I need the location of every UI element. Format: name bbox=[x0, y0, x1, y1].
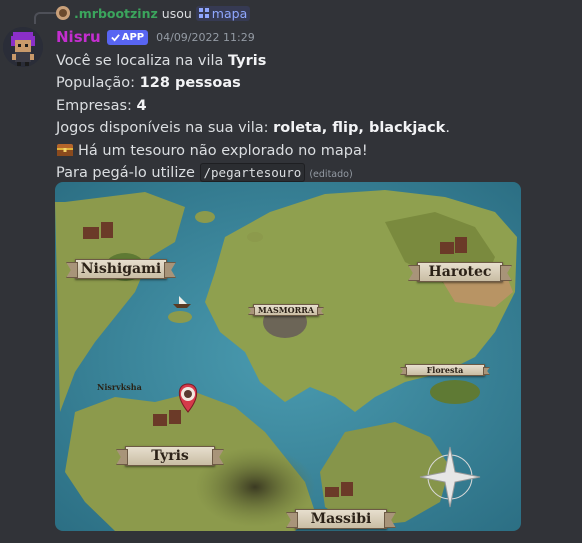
village-line: Você se localiza na vila Tyris bbox=[56, 50, 566, 72]
treasure-line: Há um tesouro não explorado no mapa! bbox=[56, 140, 566, 162]
pegartesouro-code[interactable]: /pegartesouro bbox=[199, 162, 306, 182]
village-name: Tyris bbox=[228, 53, 267, 69]
games-period: . bbox=[445, 120, 450, 137]
author-avatar[interactable] bbox=[3, 27, 43, 67]
companies-line: Empresas: 4 bbox=[56, 95, 566, 117]
app-badge: APP bbox=[106, 29, 149, 45]
treasure-chest-icon bbox=[57, 143, 73, 156]
map-image[interactable]: Nishigami Harotec MASMORRA Floresta Nisr… bbox=[55, 182, 521, 531]
message-timestamp[interactable]: 04/09/2022 11:29 bbox=[156, 31, 255, 44]
pixel-character-avatar bbox=[3, 27, 43, 67]
label-floresta: Floresta bbox=[405, 364, 485, 376]
message-content: Você se localiza na vila Tyris População… bbox=[56, 50, 566, 184]
companies-label: Empresas: bbox=[56, 97, 137, 114]
village-label: Você se localiza na vila bbox=[56, 53, 228, 69]
label-massibi: Massibi bbox=[295, 509, 387, 529]
message-header: Nisru APP 04/09/2022 11:29 bbox=[56, 28, 255, 46]
treasure-text: Há um tesouro não explorado no mapa! bbox=[78, 142, 368, 159]
population-line: População: 128 pessoas bbox=[56, 72, 566, 94]
world-map-art bbox=[55, 182, 521, 531]
reply-reference[interactable]: .mrbootzinz usou mapa bbox=[56, 5, 251, 21]
reply-connector bbox=[34, 12, 56, 24]
games-value: roleta, flip, blackjack bbox=[273, 120, 446, 137]
reply-username[interactable]: .mrbootzinz bbox=[74, 6, 158, 21]
app-badge-label: APP bbox=[121, 31, 145, 43]
label-nisrvksha: Nisrvksha bbox=[97, 382, 142, 392]
games-label: Jogos disponíveis na sua vila: bbox=[56, 120, 274, 137]
companies-value: 4 bbox=[136, 97, 147, 114]
author-username[interactable]: Nisru bbox=[56, 28, 101, 46]
label-tyris: Tyris bbox=[125, 446, 215, 466]
reply-avatar[interactable] bbox=[56, 6, 70, 20]
games-line: Jogos disponíveis na sua vila: roleta, f… bbox=[56, 117, 566, 139]
command-icon bbox=[198, 8, 209, 18]
command-line: Para pegá-lo utilize /pegartesouro (edita… bbox=[56, 162, 566, 184]
reply-action: usou bbox=[161, 5, 192, 21]
label-harotec: Harotec bbox=[417, 262, 503, 282]
command-name: mapa bbox=[211, 5, 248, 21]
command-hint: Para pegá-lo utilize bbox=[56, 164, 200, 181]
population-value: 128 pessoas bbox=[139, 75, 241, 92]
label-nishigami: Nishigami bbox=[75, 259, 167, 279]
check-icon bbox=[110, 33, 120, 42]
command-mention[interactable]: mapa bbox=[195, 5, 251, 21]
edited-marker[interactable]: (editado) bbox=[309, 169, 352, 180]
population-label: População: bbox=[56, 75, 140, 92]
label-masmorra: MASMORRA bbox=[253, 304, 319, 316]
